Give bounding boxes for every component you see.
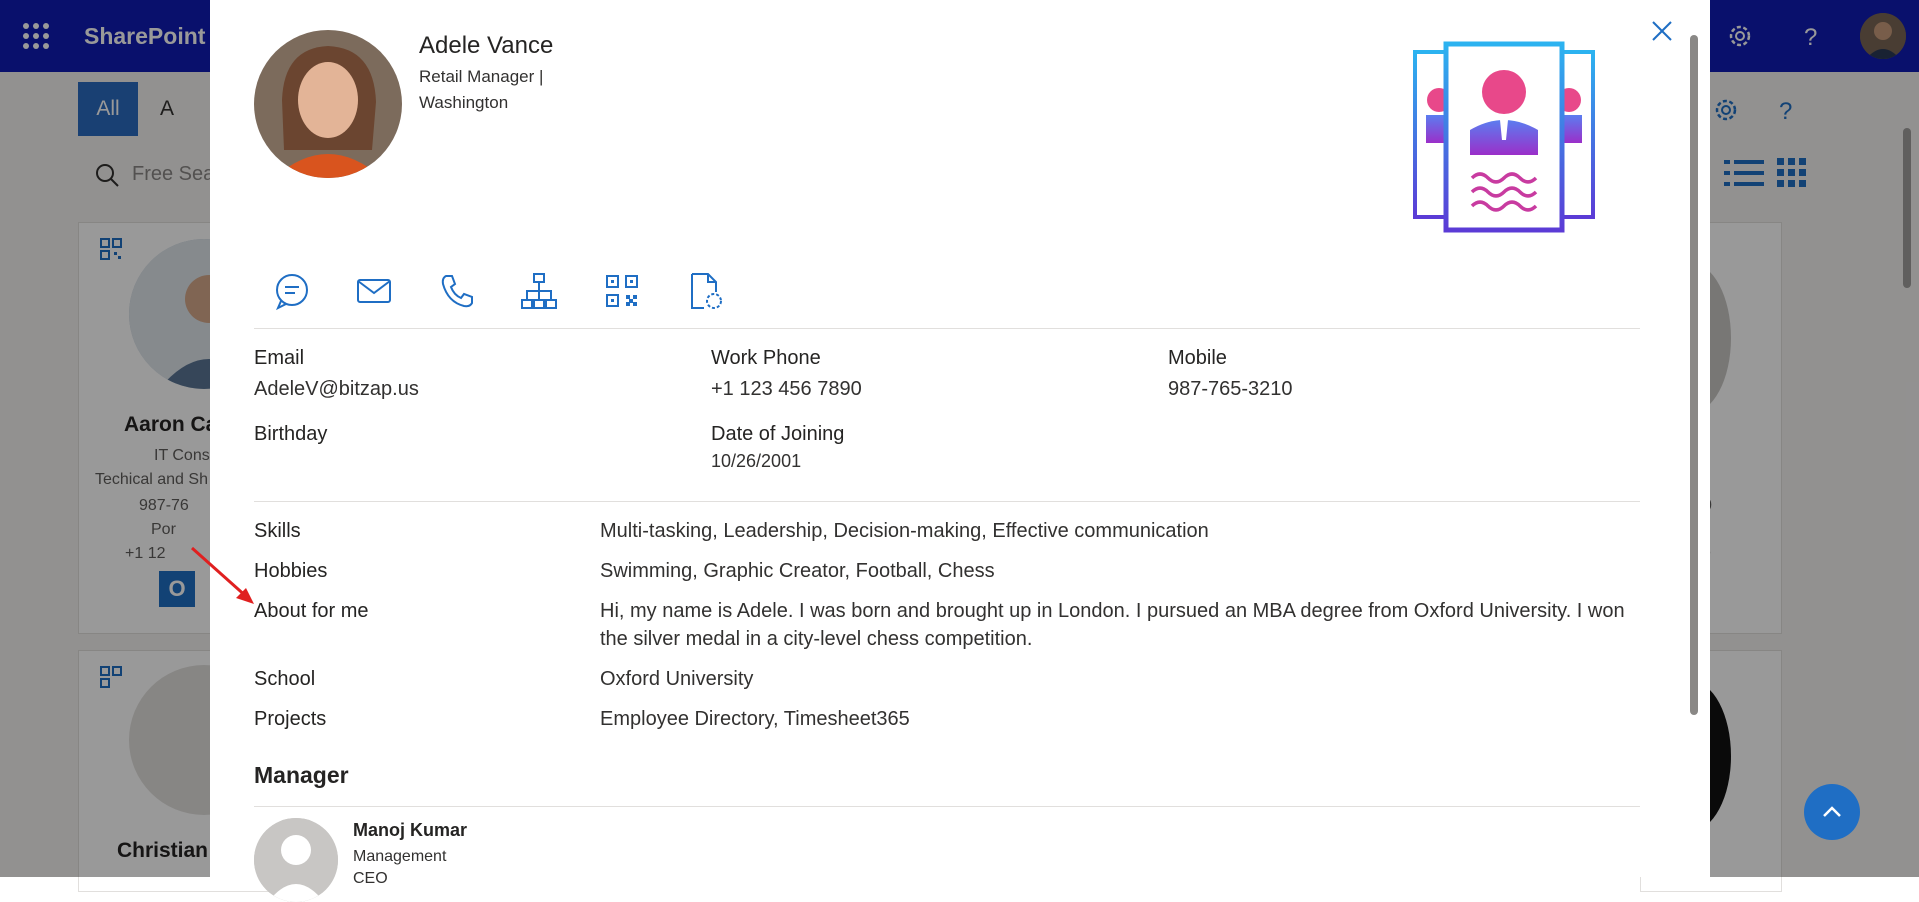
org-chart-icon[interactable] [518,270,560,312]
section-divider [254,806,1640,807]
phone-icon[interactable] [436,270,478,312]
qr-code-icon[interactable] [601,270,643,312]
school-value: Oxford University [600,668,754,690]
skills-label: Skills [254,520,301,542]
document-icon[interactable] [684,270,726,312]
scroll-top-icon [1823,806,1841,817]
manager-avatar[interactable] [254,818,338,902]
joining-date-label: Date of Joining [711,423,845,445]
manager-dept: Management [353,848,447,865]
manager-name[interactable]: Manoj Kumar [353,820,467,841]
profile-photo [254,30,402,178]
school-label: School [254,668,316,690]
close-icon[interactable] [1645,14,1679,48]
email-label: Email [254,347,305,369]
section-divider [254,501,1640,502]
hobbies-label: Hobbies [254,560,328,582]
joining-date-value: 10/26/2001 [711,451,802,471]
mobile-label: Mobile [1168,347,1227,369]
email-value[interactable]: AdeleV@bitzap.us [254,378,419,401]
birthday-label: Birthday [254,423,328,445]
projects-value: Employee Directory, Timesheet365 [600,708,910,730]
chat-icon[interactable] [271,270,313,312]
profile-role: Retail Manager | Washington [419,64,579,116]
scroll-top-button[interactable] [1804,784,1860,840]
work-phone-label: Work Phone [711,347,821,369]
hobbies-value: Swimming, Graphic Creator, Football, Che… [600,560,995,582]
modal-scrollbar[interactable] [1690,35,1698,715]
skills-value: Multi-tasking, Leadership, Decision-maki… [600,520,1209,542]
profile-location: Washington [419,93,509,112]
manager-section-title: Manager [254,762,349,788]
work-phone-value[interactable]: +1 123 456 7890 [711,378,862,401]
manager-title: CEO [353,870,388,887]
employee-directory-illustration [1413,41,1595,233]
profile-name: Adele Vance [419,32,554,59]
section-divider [254,328,1640,329]
mobile-value[interactable]: 987-765-3210 [1168,378,1293,401]
about-value: Hi, my name is Adele. I was born and bro… [600,600,1625,650]
mail-icon[interactable] [353,270,395,312]
projects-label: Projects [254,708,327,730]
about-label: About for me [254,600,369,622]
profile-title: Retail Manager | [419,67,544,86]
annotation-arrow [191,546,254,604]
